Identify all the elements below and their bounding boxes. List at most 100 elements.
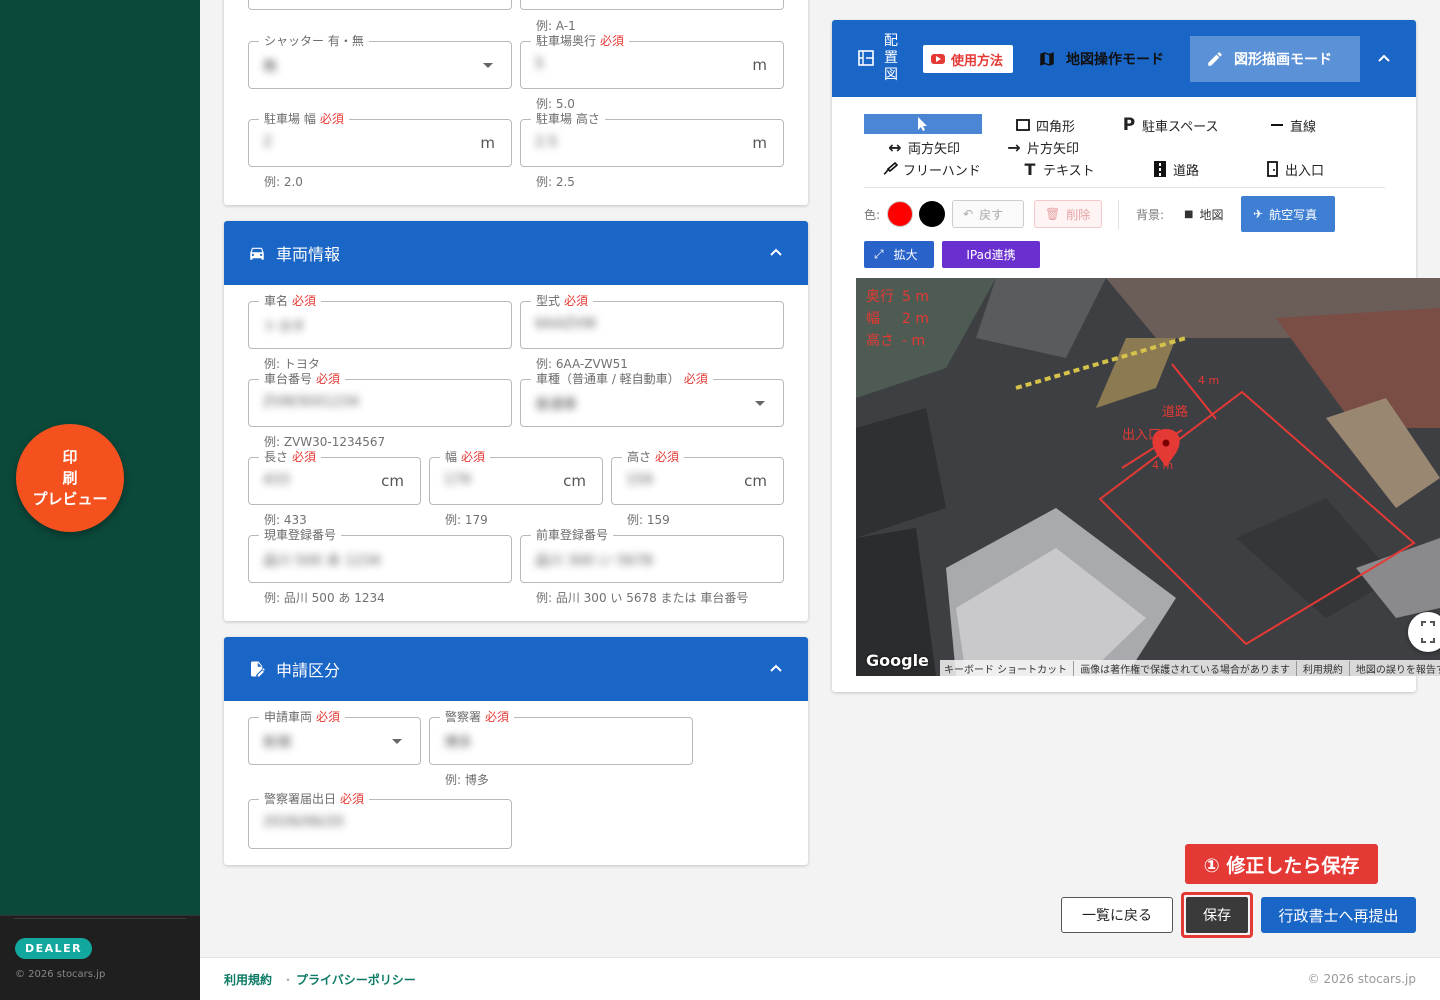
map-annotation-entrance: 出入口: [1122, 428, 1162, 443]
freehand-tool-button[interactable]: フリーハンド: [881, 159, 981, 179]
document-edit-icon: [248, 660, 266, 678]
parking-height-unit: m: [752, 134, 767, 152]
save-button[interactable]: 保存: [1186, 897, 1248, 933]
map-mode-button[interactable]: 地図操作モード: [1022, 36, 1180, 82]
shutter-select[interactable]: シャッター 有・無 無: [248, 33, 512, 89]
pencil-icon: [1208, 52, 1222, 66]
chevron-down-icon: [483, 63, 493, 68]
current-registration-label: 現車登録番号: [259, 527, 342, 543]
parking-depth-unit: m: [752, 56, 767, 74]
vehicle-card-title: 車両情報: [276, 245, 341, 264]
line-icon: [1268, 117, 1286, 133]
length-field[interactable]: 長さ 必須 433 cm: [248, 449, 421, 505]
one-arrow-tool-button[interactable]: → 片方矢印: [1005, 137, 1079, 157]
youtube-icon: [931, 54, 945, 64]
car-name-field[interactable]: 車名 必須 トヨタ: [248, 293, 512, 349]
print-preview-button[interactable]: 印刷 プレビュー: [16, 424, 124, 532]
height-dim-label: 高さ: [866, 333, 894, 349]
divider: [864, 187, 1385, 188]
vehicle-type-value: 普通車: [535, 397, 577, 413]
delete-button[interactable]: 🗑 削除: [1034, 200, 1102, 228]
background-map-button[interactable]: ■ 地図: [1172, 196, 1236, 232]
parking-depth-hint: 例: 5.0: [536, 97, 575, 111]
previous-registration-field[interactable]: 前車登録番号 品川 300 い 5678: [520, 527, 784, 583]
map-terms-link[interactable]: 利用規約: [1295, 660, 1343, 676]
chassis-number-field[interactable]: 車台番号 必須 ZVW30X1234: [248, 371, 512, 427]
current-registration-field[interactable]: 現車登録番号 品川 500 あ 1234: [248, 527, 512, 583]
resubmit-button[interactable]: 行政書士へ再提出: [1261, 897, 1416, 933]
vehicle-type-select[interactable]: 車種（普通車 / 軽自動車） 必須 普通車: [520, 371, 784, 427]
height-unit: cm: [744, 472, 767, 490]
width-field[interactable]: 幅必須 179 cm: [429, 449, 603, 505]
vehicle-card-header[interactable]: 車両情報: [224, 221, 808, 285]
report-error-link[interactable]: 地図の誤りを報告す: [1348, 660, 1440, 676]
height-label: 高さ 必須: [622, 449, 685, 465]
cursor-icon: [918, 117, 927, 131]
length-hint: 例: 433: [264, 513, 307, 527]
parking-height-field[interactable]: 駐車場 高さ 2.5 m: [520, 111, 784, 167]
width-unit: cm: [563, 472, 586, 490]
previous-field[interactable]: [248, 0, 512, 10]
aerial-map[interactable]: 奥行 5 m 幅 2 m 高さ - m 4 m 道路 出入口 4 m Google キ…: [856, 278, 1440, 676]
expand-button[interactable]: ⤢ 拡大: [864, 241, 934, 268]
chevron-up-icon[interactable]: [1376, 51, 1392, 67]
parking-width-value: 2: [263, 134, 272, 150]
police-date-field[interactable]: 警察署届出日 必須 2026/06/20: [248, 791, 512, 849]
trash-icon: 🗑: [1045, 207, 1061, 221]
line-tool-button[interactable]: 直線: [1268, 115, 1316, 135]
entrance-tool-button[interactable]: 出入口: [1263, 159, 1324, 179]
map-panel-header: 配置図 使用方法 地図操作モード 図形描画モード: [832, 20, 1416, 97]
previous-registration-value: 品川 300 い 5678: [535, 553, 653, 569]
howto-button[interactable]: 使用方法: [923, 45, 1014, 73]
map-panel-title: 配置図: [884, 33, 898, 83]
back-to-list-button[interactable]: 一覧に戻る: [1061, 897, 1173, 933]
application-vehicle-label: 申請車両 必須: [259, 709, 346, 725]
car-name-label: 車名 必須: [259, 293, 322, 309]
fullscreen-button[interactable]: [1408, 612, 1440, 652]
parking-depth-field[interactable]: 駐車場奥行 必須 5 m: [520, 33, 784, 89]
map-icon: [1040, 52, 1054, 66]
model-label: 型式 必須: [531, 293, 594, 309]
map-annotation-length-top: 4 m: [1198, 374, 1220, 387]
map-annotation-road: 道路: [1162, 405, 1189, 420]
divider: [1118, 200, 1119, 230]
draw-mode-button[interactable]: 図形描画モード: [1190, 36, 1360, 82]
application-card: 申請区分 申請車両 必須 新規 警察署 必須 博多 例: 博多 警察署届出日 必須 2…: [224, 637, 808, 865]
width-value: 179: [444, 472, 471, 488]
road-tool-button[interactable]: 道路: [1151, 159, 1199, 179]
satellite-icon: ✈: [1253, 207, 1264, 221]
previous-field-2[interactable]: [520, 0, 784, 10]
rect-tool-button[interactable]: 四角形: [1014, 115, 1075, 135]
width-dim-label: 幅: [866, 311, 880, 327]
ipad-link-button[interactable]: IPad連携: [942, 241, 1040, 268]
color-black-swatch[interactable]: [919, 201, 945, 227]
text-tool-button[interactable]: T テキスト: [1021, 159, 1095, 179]
keyboard-shortcut-link[interactable]: キーボード ショートカット: [944, 661, 1067, 676]
application-card-header[interactable]: 申請区分: [224, 637, 808, 701]
background-aerial-button[interactable]: ✈ 航空写真: [1241, 196, 1335, 232]
police-station-field[interactable]: 警察署 必須 博多: [429, 709, 693, 765]
parking-tool-button[interactable]: P 駐車スペース: [1120, 115, 1219, 135]
current-registration-value: 品川 500 あ 1234: [263, 553, 381, 569]
car-name-hint: 例: トヨタ: [264, 357, 320, 371]
chevron-down-icon: [392, 739, 402, 744]
privacy-link[interactable]: プライバシーポリシー: [296, 971, 416, 988]
model-field[interactable]: 型式 必須 6AAZVW: [520, 293, 784, 349]
previous-registration-label: 前車登録番号: [531, 527, 614, 543]
color-red-swatch[interactable]: [887, 201, 913, 227]
parking-width-field[interactable]: 駐車場 幅必須 2 m: [248, 111, 512, 167]
select-tool-button[interactable]: [864, 114, 982, 134]
footer-copyright: © 2026 stocars.jp: [1307, 972, 1416, 986]
chevron-up-icon[interactable]: [768, 245, 784, 261]
chevron-up-icon[interactable]: [768, 661, 784, 677]
both-arrow-tool-button[interactable]: ↔ 両方矢印: [886, 137, 960, 157]
dealer-badge: DEALER: [15, 938, 93, 959]
police-date-value: 2026/06/20: [263, 814, 344, 830]
height-field[interactable]: 高さ 必須 159 cm: [611, 449, 784, 505]
move-icon: [1421, 621, 1435, 643]
terms-link[interactable]: 利用規約: [224, 971, 272, 988]
police-station-label: 警察署 必須: [440, 709, 515, 725]
application-vehicle-select[interactable]: 申請車両 必須 新規: [248, 709, 421, 765]
undo-button[interactable]: ↶ 戻す: [952, 200, 1024, 228]
parking-icon: P: [1122, 115, 1136, 135]
